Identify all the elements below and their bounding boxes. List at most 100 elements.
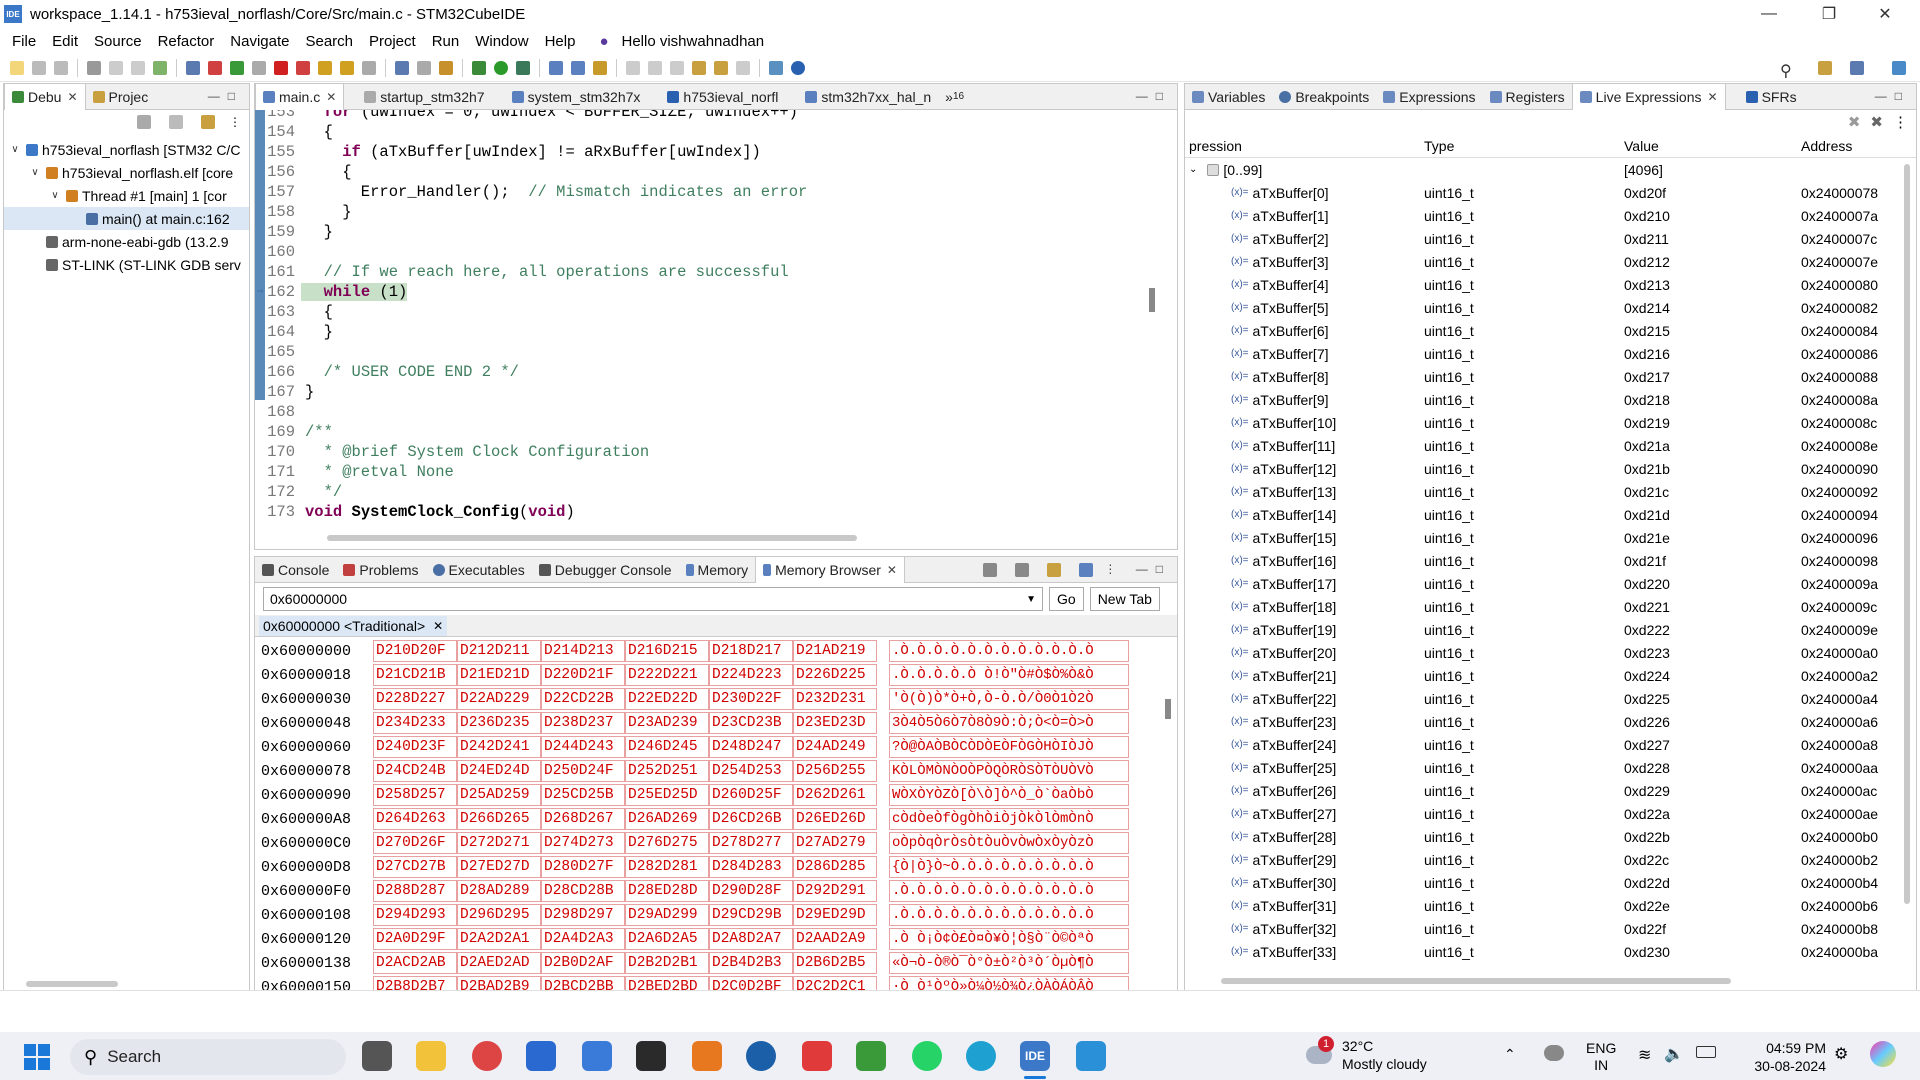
memory-cell[interactable]: D25AD259 xyxy=(457,784,541,806)
expression-row[interactable]: (x)= aTxBuffer[25] uint16_t 0xd228 0x240000a… xyxy=(1185,756,1916,779)
chevron-up-icon[interactable]: ⌃ xyxy=(1504,1046,1516,1063)
memory-row[interactable]: 0x60000030 D228D227 D22AD229 D22CD22B D22ED2… xyxy=(255,687,1177,711)
menu-project[interactable]: Project xyxy=(361,33,424,50)
memory-ascii[interactable]: 'Ò(Ò)Ò*Ò+Ò,Ò-Ò.Ò/Ò0Ò1Ò2Ò xyxy=(889,688,1129,710)
reset-icon[interactable] xyxy=(439,60,453,75)
new-tab-button[interactable]: New Tab xyxy=(1089,587,1160,611)
memory-cell[interactable]: D220D21F xyxy=(541,664,625,686)
memory-ascii[interactable]: .Ò.Ò.Ò.Ò.Ò.Ò.Ò.Ò.Ò.Ò.Ò.Ò xyxy=(889,640,1129,662)
memory-ascii[interactable]: KÒLÒMÒNÒOÒPÒQÒRÒSÒTÒUÒVÒ xyxy=(889,760,1129,782)
weather-widget[interactable]: 1 32°C Mostly cloudy xyxy=(1302,1036,1432,1076)
back-icon[interactable] xyxy=(714,60,728,75)
debug-tree-node[interactable]: ∨ h753ieval_norflash [STM32 C/C xyxy=(4,138,249,161)
last-edit-icon[interactable] xyxy=(692,60,706,75)
memory-cell[interactable]: D2B4D2B3 xyxy=(709,952,793,974)
expression-row[interactable]: (x)= aTxBuffer[17] uint16_t 0xd220 0x2400009… xyxy=(1185,572,1916,595)
memory-row[interactable]: 0x60000138 D2ACD2AB D2AED2AD D2B0D2AF D2B2D2… xyxy=(255,951,1177,975)
view-minmax[interactable]: —□ xyxy=(208,89,243,103)
terminate-icon[interactable] xyxy=(274,60,288,75)
memory-cell[interactable]: D268D267 xyxy=(541,808,625,830)
tab-memory-browser[interactable]: Memory Browser ✕ xyxy=(755,557,905,583)
save-icon[interactable] xyxy=(32,60,46,75)
refresh-icon[interactable] xyxy=(153,60,167,75)
memory-cell[interactable]: D24AD249 xyxy=(793,736,877,758)
file-explorer-icon[interactable] xyxy=(416,1041,446,1071)
menu-source[interactable]: Source xyxy=(86,33,150,50)
memory-ascii[interactable]: {Ò|Ò}Ò~Ò.Ò.Ò.Ò.Ò.Ò.Ò.Ò.Ò xyxy=(889,856,1129,878)
debug-tree-node[interactable]: ∨ h753ieval_norflash.elf [core xyxy=(4,161,249,184)
tab-debug[interactable]: Debu ✕ xyxy=(4,84,86,110)
memory-cell[interactable]: D22ED22D xyxy=(625,688,709,710)
code-line[interactable]: 167} xyxy=(255,382,1177,402)
memory-cell[interactable]: D228D227 xyxy=(373,688,457,710)
memory-row[interactable]: 0x60000000 D210D20F D212D211 D214D213 D216D2… xyxy=(255,639,1177,663)
memory-cell[interactable]: D2A8D2A7 xyxy=(709,928,793,950)
open-perspective-icon[interactable] xyxy=(769,60,783,75)
prev-annotation-icon[interactable] xyxy=(670,60,684,75)
memory-cell[interactable]: D234D233 xyxy=(373,712,457,734)
restart-icon[interactable] xyxy=(417,60,431,75)
memory-cell[interactable]: D29ED29D xyxy=(793,904,877,926)
perspective-device-icon[interactable] xyxy=(1850,61,1864,75)
memory-cell[interactable]: D2A0D29F xyxy=(373,928,457,950)
remove-icon[interactable]: ✖ xyxy=(1848,113,1861,131)
expression-row[interactable]: (x)= aTxBuffer[22] uint16_t 0xd225 0x240000a… xyxy=(1185,687,1916,710)
save-all-icon[interactable] xyxy=(54,60,68,75)
code-line[interactable]: 173 void SystemClock_Config(void) xyxy=(255,502,1177,521)
memory-cell[interactable]: D282D281 xyxy=(625,856,709,878)
memory-cell[interactable]: D216D215 xyxy=(625,640,709,662)
code-line[interactable]: 166 /* USER CODE END 2 */ xyxy=(255,362,1177,382)
code-line[interactable]: 164 } xyxy=(255,322,1177,342)
external-tools-icon[interactable] xyxy=(516,60,530,75)
memory-cell[interactable]: D2B0D2AF xyxy=(541,952,625,974)
memory-cell[interactable]: D244D243 xyxy=(541,736,625,758)
group-row[interactable]: ⌄ [0..99] [4096] xyxy=(1185,158,1916,181)
expression-row[interactable]: (x)= aTxBuffer[21] uint16_t 0xd224 0x240000a… xyxy=(1185,664,1916,687)
expression-row[interactable]: (x)= aTxBuffer[31] uint16_t 0xd22e 0x240000b… xyxy=(1185,894,1916,917)
chevron-down-icon[interactable]: ⌄ xyxy=(1189,164,1197,175)
tab-expressions[interactable]: Expressions xyxy=(1376,84,1482,110)
debug-step-mode-icon[interactable] xyxy=(201,115,215,129)
skip-breakpoints-icon[interactable] xyxy=(186,60,200,75)
expression-row[interactable]: (x)= aTxBuffer[8] uint16_t 0xd217 0x24000088 xyxy=(1185,365,1916,388)
code-line[interactable]: 170 * @brief System Clock Configuration xyxy=(255,442,1177,462)
memory-cell[interactable]: D2B2D2B1 xyxy=(625,952,709,974)
debug-tree-node[interactable]: main() at main.c:162 xyxy=(4,207,249,230)
memory-row[interactable]: 0x60000018 D21CD21B D21ED21D D220D21F D222D2… xyxy=(255,663,1177,687)
memory-cell[interactable]: D280D27F xyxy=(541,856,625,878)
search-icon[interactable]: ⚲ xyxy=(1780,61,1792,81)
maximize-button[interactable]: ❐ xyxy=(1806,0,1852,28)
anydesk-icon[interactable] xyxy=(802,1041,832,1071)
memory-cell[interactable]: D2B6D2B5 xyxy=(793,952,877,974)
copilot-icon[interactable] xyxy=(1870,1041,1896,1067)
code-line[interactable]: 154 { xyxy=(255,122,1177,142)
menu-search[interactable]: Search xyxy=(297,33,361,50)
close-icon[interactable]: ✕ xyxy=(67,90,77,104)
remove-all-icon[interactable]: ✖ xyxy=(1870,113,1883,131)
memory-cell[interactable]: D23CD23B xyxy=(709,712,793,734)
memory-cell[interactable]: D296D295 xyxy=(457,904,541,926)
memory-row[interactable]: 0x60000048 D234D233 D236D235 D238D237 D23AD2… xyxy=(255,711,1177,735)
memory-cell[interactable]: D298D297 xyxy=(541,904,625,926)
memory-cell[interactable]: D246D245 xyxy=(625,736,709,758)
menu-edit[interactable]: Edit xyxy=(44,33,86,50)
edge-icon[interactable] xyxy=(966,1041,996,1071)
memory-ascii[interactable]: oÒpÒqÒrÒsÒtÒuÒvÒwÒxÒyÒzÒ xyxy=(889,832,1129,854)
memory-cell[interactable]: D28CD28B xyxy=(541,880,625,902)
expression-row[interactable]: (x)= aTxBuffer[30] uint16_t 0xd22d 0x240000b… xyxy=(1185,871,1916,894)
memory-row[interactable]: 0x60000120 D2A0D29F D2A2D2A1 D2A4D2A3 D2A6D2… xyxy=(255,927,1177,951)
board-tool-icon[interactable] xyxy=(636,1041,666,1071)
memory-row[interactable]: 0x60000090 D258D257 D25AD259 D25CD25B D25ED2… xyxy=(255,783,1177,807)
battery-icon[interactable] xyxy=(1696,1046,1716,1058)
expression-row[interactable]: (x)= aTxBuffer[20] uint16_t 0xd223 0x240000a… xyxy=(1185,641,1916,664)
memory-grid[interactable]: 0x60000000 D210D20F D212D211 D214D213 D216D2… xyxy=(255,637,1177,992)
redo-icon[interactable] xyxy=(131,60,145,75)
memory-cell[interactable]: D2AED2AD xyxy=(457,952,541,974)
memory-cell[interactable]: D222D221 xyxy=(625,664,709,686)
export-icon[interactable] xyxy=(1015,563,1029,577)
expression-row[interactable]: (x)= aTxBuffer[6] uint16_t 0xd215 0x24000084 xyxy=(1185,319,1916,342)
column-type[interactable]: Type xyxy=(1418,138,1618,154)
expression-row[interactable]: (x)= aTxBuffer[29] uint16_t 0xd22c 0x240000b… xyxy=(1185,848,1916,871)
instruction-step-icon[interactable] xyxy=(395,60,409,75)
memory-cell[interactable]: D27AD279 xyxy=(793,832,877,854)
